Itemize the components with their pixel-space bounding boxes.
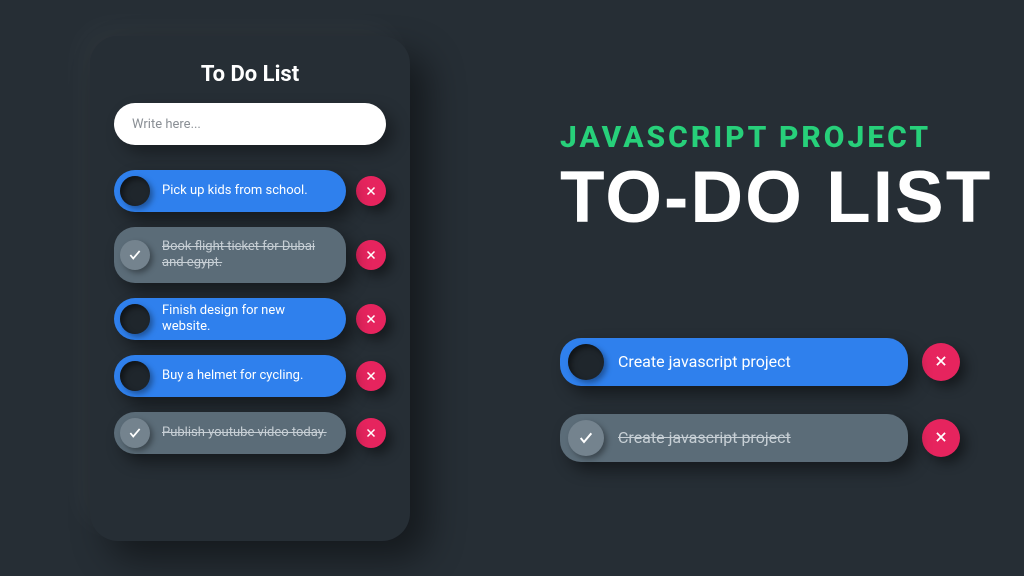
close-icon	[365, 424, 377, 443]
task-row: Finish design for new website.	[114, 298, 386, 340]
close-icon	[934, 429, 948, 448]
headline-title: TO-DO LIST	[560, 163, 992, 232]
task-row: Book flight ticket for Dubai and egypt.	[114, 227, 386, 283]
checkmark-icon[interactable]	[568, 420, 604, 456]
task-text: Book flight ticket for Dubai and egypt.	[162, 239, 332, 272]
task-pill[interactable]: Create javascript project	[560, 338, 908, 386]
close-icon	[365, 182, 377, 201]
headline-subtitle: JAVASCRIPT PROJECT	[560, 120, 992, 155]
task-pill[interactable]: Create javascript project	[560, 414, 908, 462]
todo-panel: To Do List Pick up kids from school. Book…	[90, 36, 410, 541]
task-row: Pick up kids from school.	[114, 170, 386, 212]
delete-button[interactable]	[356, 240, 386, 270]
task-pill[interactable]: Book flight ticket for Dubai and egypt.	[114, 227, 346, 283]
task-row: Publish youtube video today.	[114, 412, 386, 454]
task-row: Create javascript project	[560, 338, 960, 386]
delete-button[interactable]	[356, 418, 386, 448]
task-list: Pick up kids from school. Book flight tic…	[114, 170, 386, 454]
task-row: Create javascript project	[560, 414, 960, 462]
delete-button[interactable]	[356, 304, 386, 334]
task-row: Buy a helmet for cycling.	[114, 355, 386, 397]
new-task-input[interactable]	[132, 117, 368, 132]
task-pill[interactable]: Finish design for new website.	[114, 298, 346, 340]
delete-button[interactable]	[922, 419, 960, 457]
task-text: Buy a helmet for cycling.	[162, 368, 332, 384]
task-pill[interactable]: Publish youtube video today.	[114, 412, 346, 454]
close-icon	[365, 310, 377, 329]
delete-button[interactable]	[356, 176, 386, 206]
close-icon	[934, 353, 948, 372]
demo-list: Create javascript project Create javascri…	[560, 338, 960, 462]
panel-title: To Do List	[114, 62, 386, 87]
checkmark-icon[interactable]	[120, 418, 150, 448]
delete-button[interactable]	[356, 361, 386, 391]
unchecked-icon[interactable]	[120, 361, 150, 391]
task-text: Create javascript project	[618, 352, 894, 372]
task-pill[interactable]: Pick up kids from school.	[114, 170, 346, 212]
headline: JAVASCRIPT PROJECT TO-DO LIST	[560, 120, 992, 232]
close-icon	[365, 246, 377, 265]
task-pill[interactable]: Buy a helmet for cycling.	[114, 355, 346, 397]
unchecked-icon[interactable]	[120, 176, 150, 206]
unchecked-icon[interactable]	[568, 344, 604, 380]
unchecked-icon[interactable]	[120, 304, 150, 334]
task-text: Finish design for new website.	[162, 303, 332, 336]
checkmark-icon[interactable]	[120, 240, 150, 270]
task-text: Pick up kids from school.	[162, 183, 332, 199]
task-text: Publish youtube video today.	[162, 425, 332, 441]
task-text: Create javascript project	[618, 428, 894, 448]
new-task-input-wrap[interactable]	[114, 103, 386, 145]
close-icon	[365, 367, 377, 386]
delete-button[interactable]	[922, 343, 960, 381]
